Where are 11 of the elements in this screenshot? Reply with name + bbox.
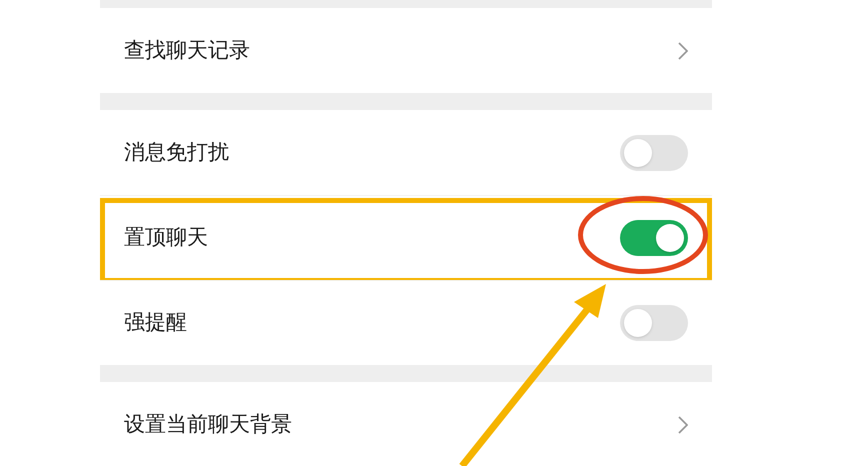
toggle-switch[interactable] [620, 305, 688, 341]
row-label: 置顶聊天 [124, 224, 208, 252]
settings-row[interactable]: 置顶聊天 [100, 195, 712, 280]
row-label: 查找聊天记录 [124, 36, 250, 64]
row-label: 消息免打扰 [124, 138, 229, 166]
row-label: 强提醒 [124, 309, 187, 336]
toggle-switch[interactable] [620, 220, 688, 256]
toggle-switch[interactable] [620, 134, 688, 170]
chevron-icon [678, 42, 688, 60]
chevron-icon [678, 416, 688, 434]
row-label: 设置当前聊天背景 [124, 410, 292, 438]
